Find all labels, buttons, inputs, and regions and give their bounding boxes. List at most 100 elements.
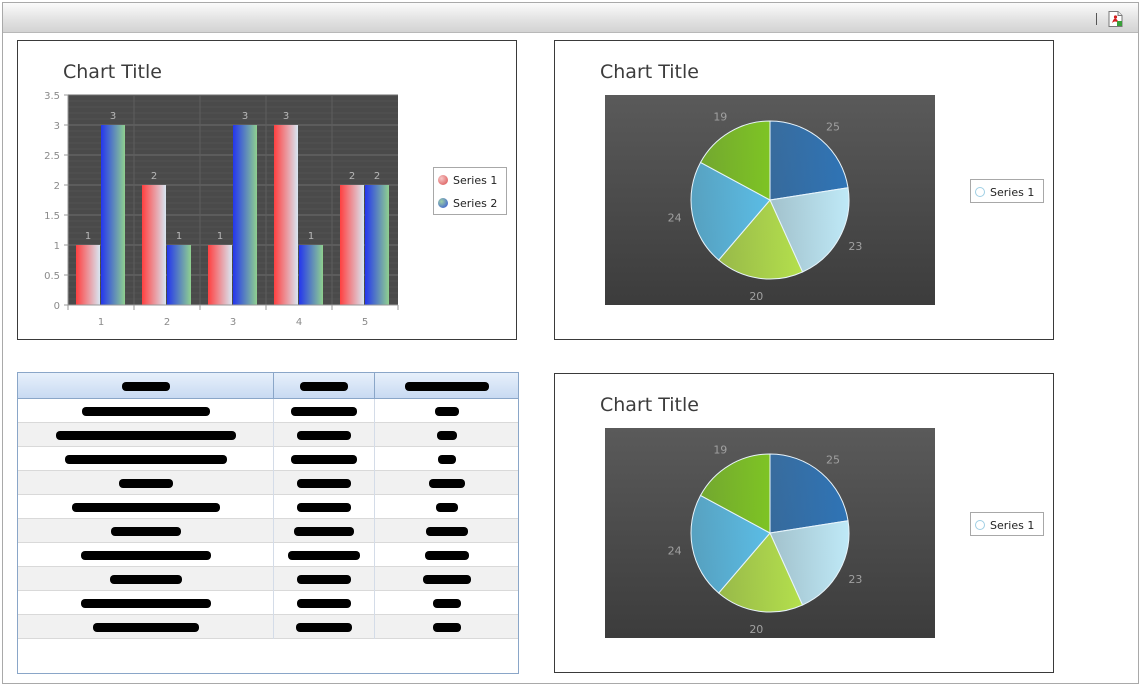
legend-item-series-1[interactable]: Series 1: [438, 172, 497, 188]
grid-header-cell[interactable]: [375, 373, 518, 399]
table-cell: [274, 495, 375, 519]
table-row[interactable]: [18, 567, 518, 591]
x-tick-label: 5: [362, 317, 368, 328]
bar-1[interactable]: [76, 245, 100, 305]
table-cell: [18, 447, 274, 471]
bar-2[interactable]: [167, 245, 191, 305]
legend-marker: [438, 198, 448, 208]
redacted-text: [300, 381, 348, 391]
legend-item-series-1[interactable]: Series 1: [975, 184, 1034, 200]
table-cell: [274, 519, 375, 543]
y-tick-label: 0: [54, 301, 60, 312]
legend-item-series-2[interactable]: Series 2: [438, 195, 497, 211]
redacted-text: [110, 526, 181, 536]
table-cell: [274, 591, 375, 615]
slice-label: 25: [826, 453, 840, 466]
redacted-text: [288, 550, 360, 560]
table-cell: [375, 471, 518, 495]
redacted-text: [297, 502, 351, 512]
pie-chart-panel-bottom: Chart Title 25 23 20 24 19 Series 1: [554, 373, 1054, 673]
legend-label: Series 2: [453, 196, 498, 210]
table-row[interactable]: [18, 423, 518, 447]
bar-2[interactable]: [365, 185, 389, 305]
table-cell: [375, 519, 518, 543]
data-label: 1: [85, 231, 91, 242]
table-row[interactable]: [18, 447, 518, 471]
table-cell: [18, 591, 274, 615]
bar-2[interactable]: [101, 125, 125, 305]
legend-marker: [975, 187, 985, 197]
redacted-text: [80, 598, 211, 608]
redacted-text: [121, 381, 170, 391]
legend-item-series-1[interactable]: Series 1: [975, 517, 1034, 533]
table-row[interactable]: [18, 543, 518, 567]
legend-marker: [438, 175, 448, 185]
table-cell: [274, 447, 375, 471]
slice-label: 19: [713, 111, 727, 124]
redacted-text: [435, 502, 458, 512]
bar-1[interactable]: [142, 185, 166, 305]
pie-chart-panel-top: Chart Title 25 23 20 24 19 Series 1: [554, 40, 1054, 340]
toolbar: [3, 3, 1138, 33]
redacted-text: [291, 406, 357, 416]
table-cell: [375, 423, 518, 447]
table-cell: [274, 615, 375, 639]
bar-chart-panel: Chart Title 0 0.5 1 1.5 2 2.5 3 3.5 1 1 3 2 2 1 3 1 3 4 3 1…: [17, 40, 517, 340]
table-row[interactable]: [18, 471, 518, 495]
data-grid: [17, 372, 519, 674]
table-row[interactable]: [18, 399, 518, 423]
slice-label: 24: [668, 545, 682, 558]
table-row[interactable]: [18, 615, 518, 639]
table-row[interactable]: [18, 519, 518, 543]
legend-label: Series 1: [990, 185, 1035, 199]
bar-2[interactable]: [233, 125, 257, 305]
pdf-export-icon[interactable]: [1108, 11, 1123, 27]
slice-label: 20: [749, 623, 763, 636]
redacted-text: [437, 454, 456, 464]
data-label: 1: [308, 231, 314, 242]
bar-2[interactable]: [299, 245, 323, 305]
table-cell: [274, 471, 375, 495]
y-tick-label: 0.5: [44, 271, 60, 282]
grid-header-cell[interactable]: [18, 373, 274, 399]
slice-label: 19: [713, 444, 727, 457]
table-cell: [375, 615, 518, 639]
data-label: 1: [176, 231, 182, 242]
redacted-text: [425, 526, 468, 536]
redacted-text: [436, 430, 457, 440]
table-cell: [375, 591, 518, 615]
bar-1[interactable]: [274, 125, 298, 305]
redacted-text: [424, 550, 469, 560]
table-cell: [18, 495, 274, 519]
y-tick-label: 3.5: [44, 91, 60, 102]
bar-1[interactable]: [208, 245, 232, 305]
data-label: 1: [217, 231, 223, 242]
grid-header-cell[interactable]: [274, 373, 375, 399]
slice-label: 23: [848, 573, 862, 586]
y-tick-label: 3: [54, 121, 60, 132]
legend-label: Series 1: [453, 173, 498, 187]
table-row[interactable]: [18, 495, 518, 519]
table-cell: [18, 615, 274, 639]
y-tick-label: 1.5: [44, 211, 60, 222]
legend-label: Series 1: [990, 518, 1035, 532]
redacted-text: [64, 454, 227, 464]
data-label: 3: [242, 111, 248, 122]
x-tick-label: 4: [296, 317, 302, 328]
y-tick-label: 2.5: [44, 151, 60, 162]
table-cell: [274, 567, 375, 591]
redacted-text: [80, 550, 211, 560]
table-cell: [274, 399, 375, 423]
redacted-text: [404, 381, 489, 391]
redacted-text: [297, 478, 351, 488]
redacted-text: [428, 478, 465, 488]
grid-header: [18, 373, 518, 399]
table-row[interactable]: [18, 591, 518, 615]
redacted-text: [55, 430, 236, 440]
table-cell: [375, 543, 518, 567]
redacted-text: [434, 406, 459, 416]
data-label: 3: [110, 111, 116, 122]
bar-1[interactable]: [340, 185, 364, 305]
redacted-text: [118, 478, 173, 488]
table-cell: [18, 567, 274, 591]
